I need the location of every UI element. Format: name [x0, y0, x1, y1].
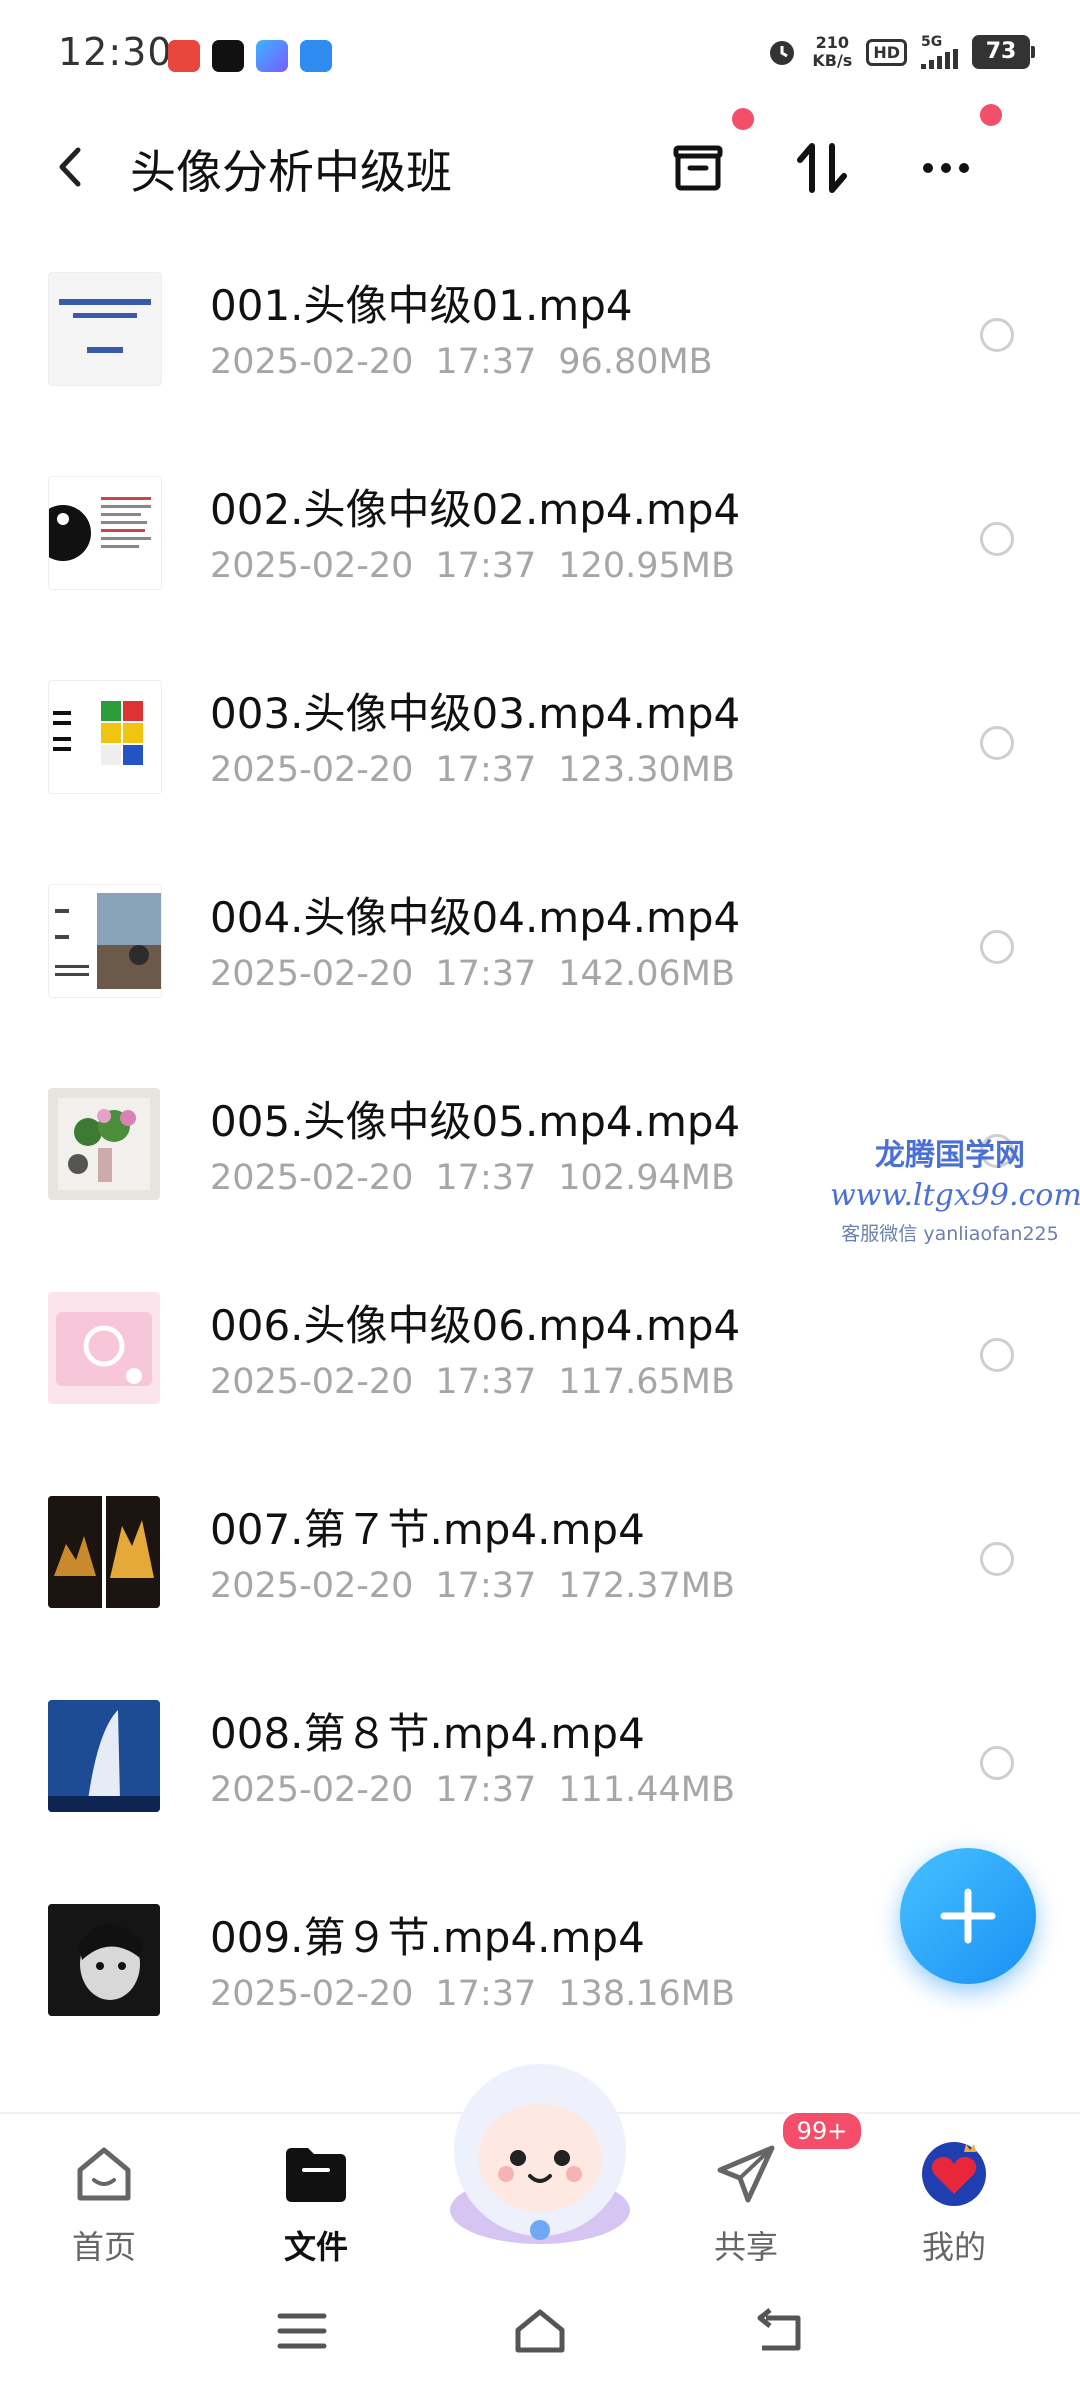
file-name: 008.第８节.mp4.mp4: [210, 1709, 645, 1758]
back-icon[interactable]: [48, 144, 94, 190]
file-name: 006.头像中级06.mp4.mp4: [210, 1301, 741, 1350]
page-title: 头像分析中级班: [130, 145, 452, 199]
notification-dot: [980, 104, 1002, 126]
file-meta: 2025-02-20 17:37 120.95MB: [210, 546, 735, 586]
select-radio[interactable]: [980, 318, 1014, 352]
list-item[interactable]: 001.头像中级01.mp4 2025-02-20 17:37 96.80MB: [0, 250, 1080, 454]
file-meta: 2025-02-20 17:37 117.65MB: [210, 1362, 735, 1402]
nav-share[interactable]: 共享: [676, 2140, 816, 2268]
file-name: 007.第７节.mp4.mp4: [210, 1505, 645, 1554]
nav-files[interactable]: 文件: [246, 2140, 386, 2268]
video-thumbnail: [48, 1292, 160, 1404]
alarm-icon: [770, 41, 795, 65]
status-bar: 12:30 210 KB/s HD 5G 73: [0, 0, 1080, 118]
status-indicators: 210 KB/s HD 5G 73: [766, 33, 1035, 70]
video-thumbnail: [48, 476, 162, 590]
notification-dot: [732, 108, 754, 130]
status-time: 12:30: [58, 30, 173, 74]
list-item[interactable]: 003.头像中级03.mp4.mp4 2025-02-20 17:37 123.30…: [0, 658, 1080, 862]
app-notification-icon: [300, 40, 332, 72]
share-badge: 99+: [780, 2110, 864, 2152]
file-name: 002.头像中级02.mp4.mp4: [210, 485, 741, 534]
hd-voice-icon: HD: [866, 38, 907, 66]
file-meta: 2025-02-20 17:37 172.37MB: [210, 1566, 735, 1606]
video-thumbnail: [48, 884, 162, 998]
watermark-url: www.ltgx99.com: [830, 1178, 1080, 1213]
battery-icon: 73: [972, 35, 1035, 69]
menu-icon[interactable]: [274, 2308, 330, 2354]
app-notification-icon: [168, 40, 200, 72]
select-radio[interactable]: [980, 522, 1014, 556]
nav-mine[interactable]: 我的: [884, 2140, 1024, 2268]
watermark-title: 龙腾国学网: [875, 1138, 1025, 1173]
video-thumbnail: [48, 1496, 160, 1608]
list-item[interactable]: 006.头像中级06.mp4.mp4 2025-02-20 17:37 117.65…: [0, 1270, 1080, 1474]
add-button[interactable]: [900, 1848, 1036, 1984]
signal-icon: [921, 49, 958, 69]
select-radio[interactable]: [980, 930, 1014, 964]
list-item[interactable]: 004.头像中级04.mp4.mp4 2025-02-20 17:37 142.06…: [0, 862, 1080, 1066]
plus-icon: [940, 1888, 996, 1944]
sort-icon[interactable]: [792, 138, 852, 198]
network-type-label: 5G: [921, 34, 943, 50]
file-name: 009.第９节.mp4.mp4: [210, 1913, 645, 1962]
mascot-assistant-icon[interactable]: [430, 2050, 650, 2250]
file-name: 005.头像中级05.mp4.mp4: [210, 1097, 741, 1146]
paper-plane-icon: [717, 2145, 775, 2203]
video-thumbnail: [48, 1700, 160, 1812]
tiktok-icon: [212, 40, 244, 72]
video-thumbnail: [48, 1904, 160, 2016]
folder-icon: [286, 2148, 346, 2202]
heart-avatar-icon: [922, 2142, 986, 2206]
nav-home[interactable]: 首页: [34, 2140, 174, 2268]
file-name: 003.头像中级03.mp4.mp4: [210, 689, 741, 738]
system-navigation-bar: [0, 2262, 1080, 2400]
file-meta: 2025-02-20 17:37 111.44MB: [210, 1770, 735, 1810]
header: 头像分析中级班: [0, 104, 1080, 218]
video-thumbnail: [48, 272, 162, 386]
notification-icons: [168, 40, 332, 72]
file-meta: 2025-02-20 17:37 102.94MB: [210, 1158, 735, 1198]
cloud-app-icon: [256, 40, 288, 72]
back-button-icon[interactable]: [752, 2308, 808, 2354]
select-radio[interactable]: [980, 726, 1014, 760]
file-meta: 2025-02-20 17:37 142.06MB: [210, 954, 735, 994]
file-name: 004.头像中级04.mp4.mp4: [210, 893, 741, 942]
list-item[interactable]: 007.第７节.mp4.mp4 2025-02-20 17:37 172.37MB: [0, 1474, 1080, 1678]
list-item[interactable]: 002.头像中级02.mp4.mp4 2025-02-20 17:37 120.95…: [0, 454, 1080, 658]
file-meta: 2025-02-20 17:37 96.80MB: [210, 342, 713, 382]
select-radio[interactable]: [980, 1746, 1014, 1780]
watermark-contact: 客服微信 yanliaofan225: [841, 1223, 1059, 1245]
network-speed: 210 KB/s: [812, 33, 853, 70]
file-meta: 2025-02-20 17:37 123.30MB: [210, 750, 735, 790]
select-radio[interactable]: [980, 1542, 1014, 1576]
file-meta: 2025-02-20 17:37 138.16MB: [210, 1974, 735, 2014]
watermark: 龙腾国学网 www.ltgx99.com 客服微信 yanliaofan225: [830, 1130, 1080, 1246]
video-thumbnail: [48, 680, 162, 794]
home-icon: [77, 2147, 131, 2201]
video-thumbnail: [48, 1088, 160, 1200]
select-radio[interactable]: [980, 1338, 1014, 1372]
archive-icon[interactable]: [668, 138, 728, 198]
home-button-icon[interactable]: [512, 2308, 568, 2354]
file-name: 001.头像中级01.mp4: [210, 281, 633, 330]
more-icon[interactable]: [916, 138, 976, 198]
